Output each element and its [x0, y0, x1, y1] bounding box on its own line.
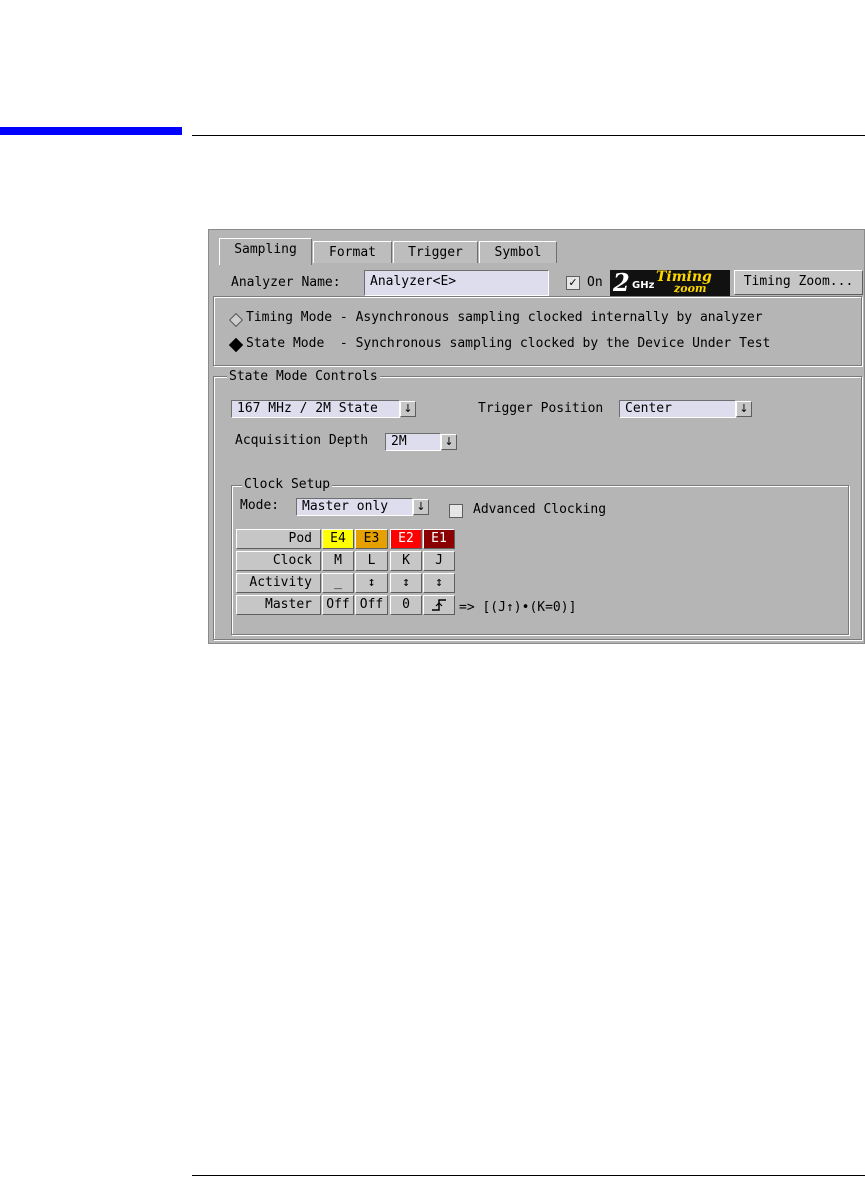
speed-select[interactable]: 167 MHz / 2M State [231, 400, 400, 418]
activity-cell-e2: ↕ [390, 573, 422, 593]
tab-trigger[interactable]: Trigger [393, 241, 478, 263]
rising-edge-icon [432, 599, 446, 611]
master-cell-e1[interactable] [423, 595, 455, 615]
acquisition-depth-select[interactable]: 2M [385, 433, 441, 451]
speed-dropdown-icon[interactable]: ↓ [400, 401, 416, 417]
tab-symbol[interactable]: Symbol [479, 241, 557, 263]
acquisition-depth-label: Acquisition Depth [235, 433, 369, 448]
header-rule [192, 135, 865, 136]
timing-zoom-button[interactable]: Timing Zoom... [734, 270, 863, 295]
advanced-clocking-label: Advanced Clocking [473, 502, 607, 517]
advanced-clocking-checkbox[interactable] [449, 504, 463, 518]
pod-cell-e4: E4 [322, 529, 354, 549]
tab-sampling[interactable]: Sampling [219, 238, 312, 265]
analyzer-window: Sampling Format Trigger Symbol Analyzer … [208, 229, 865, 644]
pod-cell-e3: E3 [355, 529, 388, 549]
timing-zoom-logo: 2 GHz Timing zoom [610, 270, 730, 296]
clock-setup-title: Clock Setup [242, 477, 333, 492]
accent-bar [0, 127, 182, 135]
clock-mode-select[interactable]: Master only [296, 498, 413, 516]
clock-cell-e1: J [423, 551, 455, 571]
row-header-activity: Activity [236, 573, 321, 593]
master-cell-e3[interactable]: Off [355, 595, 388, 615]
clock-cell-e2: K [390, 551, 422, 571]
analyzer-name-label: Analyzer Name: [231, 275, 341, 290]
logo-ghz: GHz [632, 280, 655, 291]
clock-equation: => [(J↑)•(K=0)] [459, 600, 577, 615]
logo-zoom: zoom [674, 282, 707, 295]
on-checkbox[interactable]: ✓ [566, 276, 580, 290]
state-mode-controls-title: State Mode Controls [227, 369, 380, 384]
clock-cell-e4: M [322, 551, 354, 571]
trigger-position-select[interactable]: Center [619, 400, 736, 418]
timing-mode-label[interactable]: Timing Mode - Asynchronous sampling cloc… [246, 310, 763, 325]
row-header-master: Master [236, 595, 321, 615]
master-cell-e2[interactable]: 0 [390, 595, 422, 615]
activity-cell-e3: ↕ [355, 573, 388, 593]
pod-cell-e2: E2 [390, 529, 422, 549]
state-mode-label[interactable]: State Mode - Synchronous sampling clocke… [246, 336, 770, 351]
activity-cell-e1: ↕ [423, 573, 455, 593]
analyzer-name-field[interactable]: Analyzer<E> [364, 270, 549, 296]
clock-mode-dropdown-icon[interactable]: ↓ [413, 499, 429, 515]
clock-cell-e3: L [355, 551, 388, 571]
row-header-clock: Clock [236, 551, 321, 571]
clock-mode-label: Mode: [240, 498, 280, 513]
acquisition-depth-dropdown-icon[interactable]: ↓ [441, 434, 457, 450]
row-header-pod: Pod [236, 529, 321, 549]
activity-cell-e4: _ [322, 573, 354, 593]
mode-panel [213, 296, 862, 366]
footer-rule [192, 1175, 865, 1176]
trigger-position-dropdown-icon[interactable]: ↓ [736, 401, 752, 417]
on-label: On [587, 275, 603, 290]
trigger-position-label: Trigger Position [478, 401, 604, 416]
logo-two: 2 [613, 270, 630, 296]
pod-cell-e1: E1 [423, 529, 455, 549]
tab-format[interactable]: Format [313, 241, 392, 263]
master-cell-e4[interactable]: Off [322, 595, 354, 615]
